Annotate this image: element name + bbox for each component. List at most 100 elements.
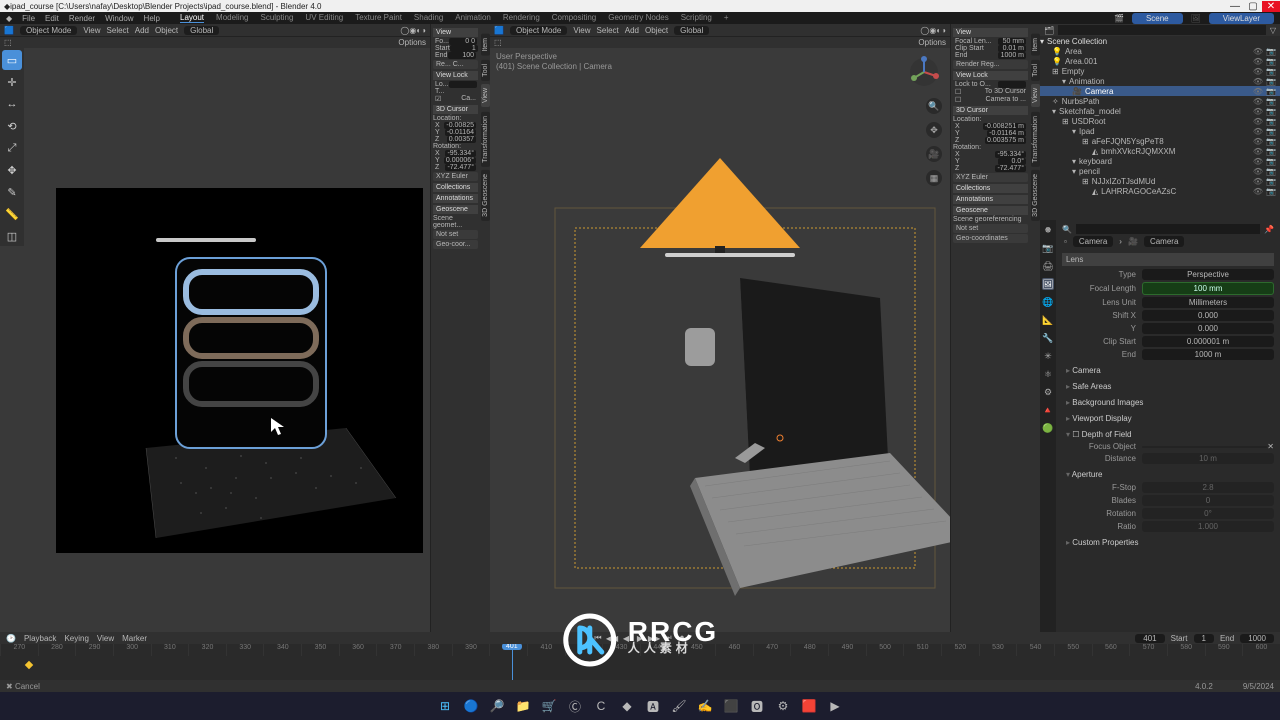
pt-data[interactable]: 🔺: [1042, 404, 1054, 416]
np-geoscene[interactable]: Geoscene: [433, 205, 478, 214]
persp-toggle-icon[interactable]: ▦: [926, 170, 942, 186]
ntab-transf[interactable]: Transformation: [481, 112, 490, 167]
menu-help[interactable]: Help: [144, 14, 160, 23]
outliner-item[interactable]: ▾Animation👁📷: [1040, 76, 1280, 86]
tb-brush[interactable]: 🖌: [669, 696, 689, 716]
clipend-value[interactable]: 1000 m: [1142, 349, 1274, 360]
camera-view-icon[interactable]: 🎥: [926, 146, 942, 162]
outliner-item[interactable]: ⊞aFeFJQN5YsgPeT8👁📷: [1040, 136, 1280, 146]
ntab-view[interactable]: View: [481, 84, 490, 107]
np-camlock[interactable]: Ca...: [461, 95, 476, 103]
vp-menu-select[interactable]: Select: [107, 26, 129, 35]
rntab-transf[interactable]: Transformation: [1031, 112, 1040, 167]
start-frame-field[interactable]: 1: [1194, 634, 1214, 643]
tool-cursor[interactable]: ✛: [2, 72, 22, 92]
vp-menu-select-r[interactable]: Select: [597, 26, 619, 35]
tb-obs[interactable]: 🅾: [747, 696, 767, 716]
outliner-item[interactable]: 💡Area👁📷: [1040, 46, 1280, 56]
select-tool-icon-r[interactable]: ⬚: [494, 38, 502, 47]
outliner-item[interactable]: 💡Area.001👁📷: [1040, 56, 1280, 66]
crumb-data[interactable]: Camera: [1144, 236, 1184, 247]
vp-menu-object-r[interactable]: Object: [645, 26, 668, 35]
outliner-vis-icon[interactable]: 📷: [1266, 157, 1276, 166]
outliner-vis-icon[interactable]: 👁: [1253, 117, 1263, 126]
np-euler[interactable]: XYZ Euler: [433, 172, 478, 181]
np-loc-y[interactable]: -0.01164: [445, 129, 476, 136]
rntab-tool[interactable]: Tool: [1031, 60, 1040, 81]
np-end-val[interactable]: 100: [448, 52, 476, 59]
outliner-vis-icon[interactable]: 📷: [1266, 177, 1276, 186]
rnp-viewlock-hdr[interactable]: View Lock: [953, 71, 1028, 80]
orientation-select[interactable]: Global: [184, 26, 219, 35]
outliner-vis-icon[interactable]: 📷: [1266, 117, 1276, 126]
np-rot-y[interactable]: 0.00006°: [444, 157, 476, 164]
tool-select-box[interactable]: ▭: [2, 50, 22, 70]
tb-explorer[interactable]: 📁: [513, 696, 533, 716]
tool-addcube[interactable]: ◫: [2, 226, 22, 246]
editor-type-icon-r[interactable]: 🟦: [494, 26, 504, 35]
outliner-item[interactable]: ⊞NJJxIZoTJsdMUd👁📷: [1040, 176, 1280, 186]
outliner-vis-icon[interactable]: 👁: [1253, 187, 1263, 196]
tb-red[interactable]: 🟥: [799, 696, 819, 716]
np-geobtn[interactable]: Geo-coor...: [433, 240, 478, 249]
rnp-rot-y[interactable]: 0.0°: [998, 158, 1026, 165]
tb-search[interactable]: 🔎: [487, 696, 507, 716]
rnp-loc-z[interactable]: 0.003575 m: [985, 137, 1026, 144]
np-3dcursor-hdr[interactable]: 3D Cursor: [433, 105, 478, 114]
jump-start-button[interactable]: ⏮: [592, 633, 604, 643]
workspace-animation[interactable]: Animation: [455, 13, 491, 23]
outliner-vis-icon[interactable]: 👁: [1253, 97, 1263, 106]
outliner-vis-icon[interactable]: 👁: [1253, 87, 1263, 96]
tb-app-c[interactable]: C: [591, 696, 611, 716]
workspace-texpaint[interactable]: Texture Paint: [355, 13, 402, 23]
rntab-geo[interactable]: 3D Geoscene: [1031, 170, 1040, 221]
window-max-button[interactable]: ▢: [1244, 1, 1262, 12]
shading-icons-r[interactable]: ◯◉◐◑: [920, 26, 946, 35]
tb-copilot[interactable]: 🔵: [461, 696, 481, 716]
outliner-vis-icon[interactable]: 👁: [1253, 127, 1263, 136]
record-button[interactable]: ⏺: [676, 633, 688, 643]
np-collections[interactable]: Collections: [433, 183, 478, 192]
outliner-vis-icon[interactable]: 📷: [1266, 47, 1276, 56]
tool-transform[interactable]: ✥: [2, 160, 22, 180]
ntab-geo[interactable]: 3D Geoscene: [481, 170, 490, 221]
workspace-modeling[interactable]: Modeling: [216, 13, 248, 23]
menu-edit[interactable]: Edit: [45, 14, 59, 23]
blades-value[interactable]: 0: [1142, 495, 1274, 506]
rnp-euler[interactable]: XYZ Euler: [953, 173, 1028, 182]
np-annotations[interactable]: Annotations: [433, 194, 478, 203]
pt-mat[interactable]: 🟢: [1042, 422, 1054, 434]
pt-mod[interactable]: ✳: [1042, 350, 1054, 362]
rnp-geo[interactable]: Geo-coordinates: [953, 234, 1028, 243]
outliner-vis-icon[interactable]: 👁: [1253, 57, 1263, 66]
tool-rotate[interactable]: ⟲: [2, 116, 22, 136]
tl-menu-view[interactable]: View: [97, 634, 114, 643]
np-viewlock-hdr[interactable]: View Lock: [433, 71, 478, 80]
rnp-notset[interactable]: Not set: [953, 224, 1028, 233]
sec-bg[interactable]: Background Images: [1062, 396, 1274, 409]
rnp-collections[interactable]: Collections: [953, 184, 1028, 193]
timeline-track[interactable]: 2702802903003103203303403503603703803904…: [0, 644, 1280, 680]
np-loc-z[interactable]: 0.00357: [447, 136, 476, 143]
tool-annotate[interactable]: ✎: [2, 182, 22, 202]
move-view-icon[interactable]: ✥: [926, 122, 942, 138]
tb-play[interactable]: ▶: [825, 696, 845, 716]
end-frame-field[interactable]: 1000: [1240, 634, 1274, 643]
vp-menu-object[interactable]: Object: [155, 26, 178, 35]
tool-scale[interactable]: ⤢: [2, 138, 22, 158]
window-close-button[interactable]: ✕: [1262, 1, 1280, 12]
outliner-item[interactable]: ▾Scene Collection: [1040, 36, 1280, 46]
np-res-btn[interactable]: Re... C...: [433, 60, 478, 69]
outliner-vis-icon[interactable]: 📷: [1266, 67, 1276, 76]
left-vp-canvas[interactable]: ▭ ✛ ↔ ⟲ ⤢ ✥ ✎ 📏 ◫: [0, 48, 430, 632]
select-tool-icon[interactable]: ⬚: [4, 38, 12, 47]
sec-safe[interactable]: Safe Areas: [1062, 380, 1274, 393]
outliner-item[interactable]: ◭bmhXVkcRJQMXXM👁📷: [1040, 146, 1280, 156]
rnp-annotations[interactable]: Annotations: [953, 195, 1028, 204]
outliner-search[interactable]: [1058, 25, 1266, 35]
right-vp-canvas[interactable]: User Perspective (401) Scene Collection …: [490, 48, 950, 632]
outliner-vis-icon[interactable]: 👁: [1253, 47, 1263, 56]
tool-move[interactable]: ↔: [2, 94, 22, 114]
outliner-vis-icon[interactable]: 📷: [1266, 167, 1276, 176]
workspace-add[interactable]: +: [724, 13, 729, 23]
